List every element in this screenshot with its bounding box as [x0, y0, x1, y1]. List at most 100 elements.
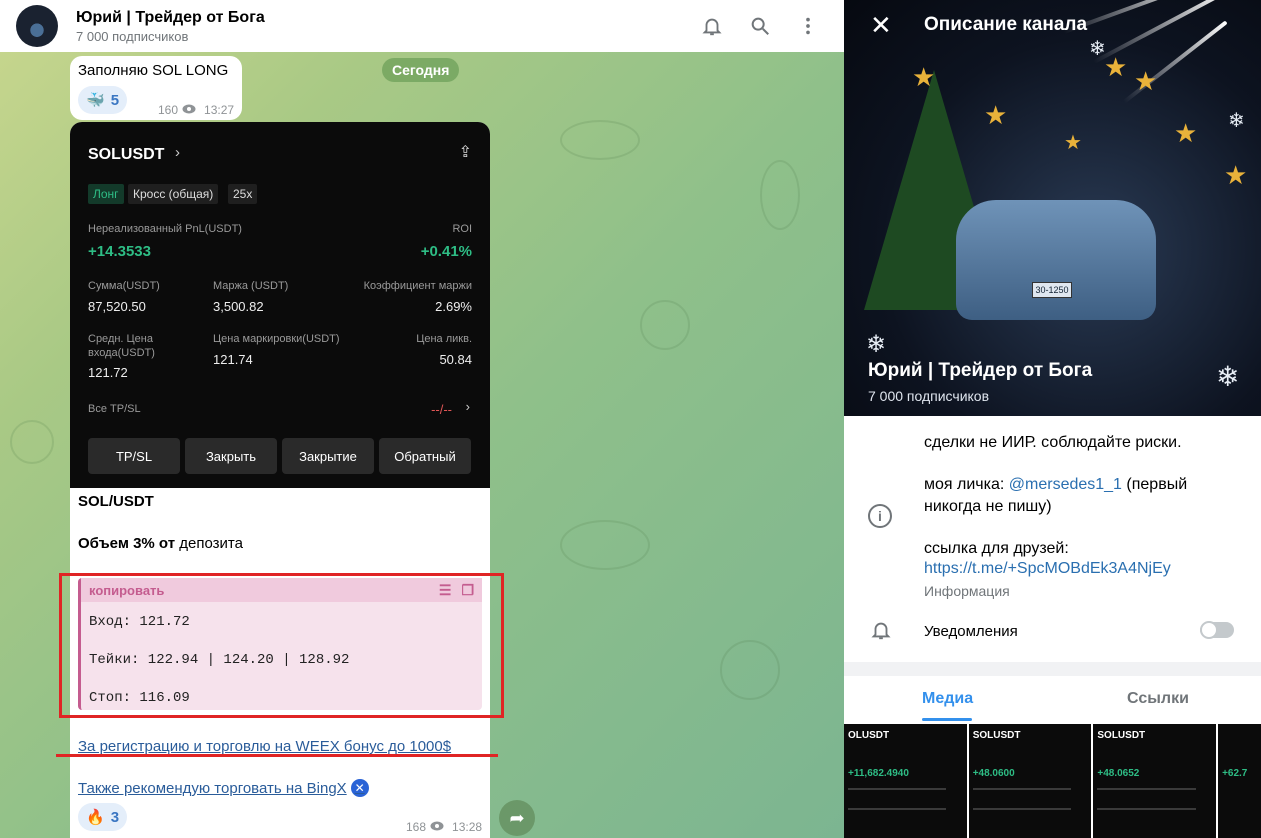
- trade-screenshot[interactable]: SOLUSDT › ⇪ Лонг Кросс (общая) 25x Нереа…: [70, 122, 490, 488]
- roi-label: ROI: [452, 223, 472, 235]
- chat-area: Юрий | Трейдер от Бога 7 000 подписчиков…: [0, 0, 844, 838]
- invite-link[interactable]: https://t.me/+SpcMOBdEk3A4NjEy: [924, 560, 1171, 577]
- background-doodle: [640, 300, 690, 350]
- bell-icon[interactable]: [698, 12, 726, 40]
- entry-price-value: 121.72: [88, 365, 128, 380]
- margin-ratio-label: Коэффициент маржи: [363, 280, 472, 292]
- panel-title: Описание канала: [924, 14, 1088, 35]
- description-line: моя личка: @mersedes1_1 (первый: [924, 476, 1187, 494]
- fire-emoji: 🔥: [86, 809, 105, 826]
- message-time: 13:28: [452, 820, 483, 834]
- long-tag: Лонг: [88, 184, 124, 204]
- cross-tag: Кросс (общая): [128, 184, 219, 204]
- forward-icon[interactable]: ➦: [499, 800, 535, 836]
- thumb-line: [848, 808, 947, 810]
- entry-price-label: Средн. Цена: [88, 333, 153, 345]
- description-line: ссылка для друзей:: [924, 540, 1069, 557]
- star-icon: ★: [1064, 132, 1082, 154]
- bingx-link-row[interactable]: Также рекомендую торговать на BingX ✕: [78, 779, 369, 797]
- tab-links[interactable]: Ссылки: [1127, 690, 1189, 708]
- media-thumbnail[interactable]: SOLUSDT +48.0600: [968, 724, 1092, 838]
- message-bubble[interactable]: SOLUSDT › ⇪ Лонг Кросс (общая) 25x Нереа…: [70, 122, 490, 838]
- background-doodle: [720, 640, 780, 700]
- weex-link[interactable]: За регистрацию и торговлю на WEEX бонус …: [78, 738, 451, 755]
- background-doodle: [560, 120, 640, 160]
- description-line: никогда не пишу): [924, 498, 1052, 515]
- header-actions: [698, 12, 822, 40]
- channel-info-panel: 30-1250 ★ ★ ★ ★ ★ ★ ★ ❄ ❄ ❄ ❄ ✕ Описание…: [844, 0, 1261, 838]
- chevron-right-icon: ›: [175, 144, 180, 161]
- tpsl-value: --/--: [431, 402, 452, 417]
- cover-channel-name: Юрий | Трейдер от Бога: [868, 360, 1093, 381]
- description-link-line: https://t.me/+SpcMOBdEk3A4NjEy: [924, 560, 1171, 578]
- background-doodle: [10, 420, 54, 464]
- channel-avatar[interactable]: [16, 5, 58, 47]
- margin-value: 3,500.82: [213, 299, 264, 314]
- message-time: 13:27: [204, 103, 235, 117]
- search-icon[interactable]: [746, 12, 774, 40]
- active-tab-indicator: [922, 718, 972, 721]
- roi-value: +0.41%: [420, 243, 472, 260]
- amount-label: Сумма(USDT): [88, 280, 160, 292]
- reaction-count: 3: [110, 808, 120, 826]
- leverage-tag: 25x: [228, 184, 258, 204]
- license-plate: 30-1250: [1032, 282, 1072, 298]
- pair-line: SOL/USDT: [78, 493, 154, 510]
- star-icon: ★: [912, 62, 936, 92]
- close-icon[interactable]: ✕: [870, 10, 892, 41]
- bingx-link[interactable]: Также рекомендую торговать на BingX: [78, 780, 347, 797]
- car: [956, 200, 1156, 320]
- thumb-line: [972, 808, 1071, 810]
- handle-link[interactable]: @mersedes1_1: [1009, 476, 1122, 493]
- description-text: моя личка:: [924, 476, 1009, 493]
- chat-header: Юрий | Трейдер от Бога 7 000 подписчиков: [0, 0, 844, 52]
- star-icon: ★: [1224, 160, 1248, 190]
- thumb-value: +48.0600: [972, 768, 1015, 779]
- message-bubble[interactable]: Заполняю SOL LONG 🐳 5 160 13:27: [70, 56, 242, 120]
- star-icon: ★: [1174, 118, 1198, 148]
- margin-label: Маржа (USDT): [213, 280, 289, 292]
- eye-icon: [182, 103, 196, 117]
- thumb-line: [1097, 788, 1196, 790]
- info-label: Информация: [924, 583, 1010, 599]
- star-icon: ★: [1134, 66, 1158, 96]
- volume-line: Объем 3% от депозита: [78, 535, 243, 552]
- snowflake-icon: ❄: [866, 331, 887, 358]
- thumb-line: [1097, 808, 1196, 810]
- liq-price-label: Цена ликв.: [416, 333, 472, 345]
- background-doodle: [560, 520, 650, 570]
- pnl-value: +14.3533: [88, 243, 151, 260]
- snowflake-icon: ❄: [1228, 110, 1245, 132]
- channel-cover-image: 30-1250 ★ ★ ★ ★ ★ ★ ★ ❄ ❄ ❄ ❄ ✕ Описание…: [844, 0, 1261, 416]
- thumb-line: [972, 788, 1071, 790]
- tpsl-button: TP/SL: [88, 438, 180, 474]
- info-icon: i: [868, 504, 892, 528]
- snowflake-icon: ❄: [1216, 361, 1240, 392]
- entry-price-label-2: входа(USDT): [88, 347, 155, 359]
- thumb-pair: OLUSDT: [848, 730, 890, 741]
- media-thumbnail[interactable]: +62.7: [1218, 724, 1261, 838]
- notifications-label: Уведомления: [924, 623, 1018, 640]
- snowflake-icon: ❄: [1089, 38, 1106, 60]
- view-count: 168: [406, 820, 427, 834]
- reaction-chip[interactable]: 🐳 5: [78, 86, 128, 114]
- whale-emoji: 🐳: [86, 92, 105, 109]
- view-count: 160: [158, 103, 179, 117]
- star-icon: ★: [984, 100, 1008, 130]
- tab-media[interactable]: Медиа: [922, 690, 973, 708]
- reaction-chip[interactable]: 🔥 3: [78, 803, 128, 831]
- bingx-logo-icon: ✕: [350, 779, 369, 797]
- reverse-button: Обратный: [379, 438, 471, 474]
- thumb-pair: SOLUSDT: [1097, 730, 1146, 741]
- media-thumbnail[interactable]: SOLUSDT +48.0652: [1093, 724, 1217, 838]
- mark-price-label: Цена маркировки(USDT): [213, 333, 340, 345]
- background-doodle: [760, 160, 800, 230]
- channel-title-block[interactable]: Юрий | Трейдер от Бога 7 000 подписчиков: [76, 9, 265, 44]
- thumb-value: +62.7: [1222, 768, 1248, 779]
- message-meta: 168 13:28: [406, 820, 482, 834]
- thumb-value: +48.0652: [1097, 768, 1140, 779]
- media-thumbnail[interactable]: OLUSDT +11,682.4940: [844, 724, 967, 838]
- more-menu-icon[interactable]: [794, 12, 822, 40]
- notifications-toggle[interactable]: [1200, 621, 1234, 639]
- amount-value: 87,520.50: [88, 299, 146, 314]
